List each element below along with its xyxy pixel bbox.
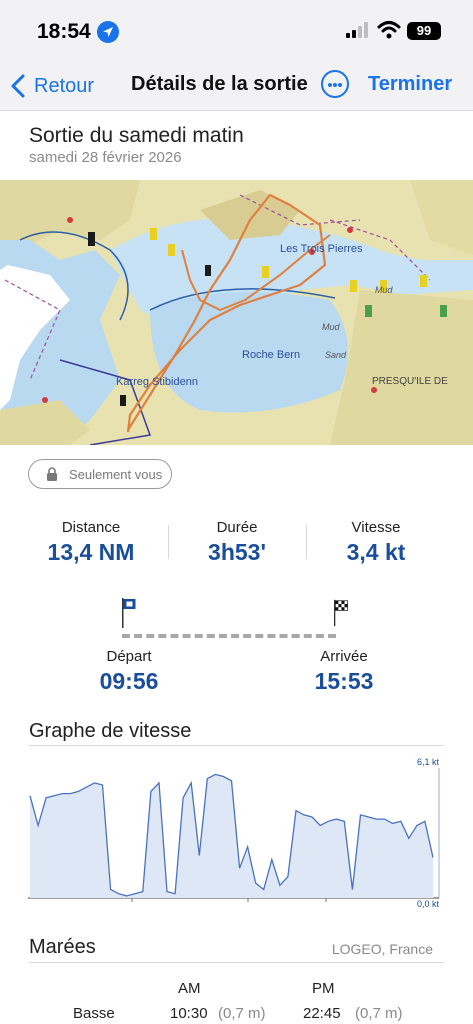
status-time: 18:54: [37, 20, 91, 43]
y-tick-label: 0,0 kt: [417, 899, 440, 909]
nautical-chart: Les Trois Pierres Mud Mud Roche Bern San…: [0, 180, 473, 445]
speed-area: [30, 774, 433, 898]
tides-title: Marées: [29, 936, 96, 958]
tide-col-am: AM: [178, 980, 201, 997]
tide-col-pm: PM: [312, 980, 335, 997]
arrival-value: 15:53: [314, 668, 374, 694]
map-label: Mud: [322, 322, 341, 332]
chevron-left-icon: [11, 74, 25, 98]
location-arrow-icon: [97, 21, 119, 43]
map-label: Les Trois Pierres: [280, 243, 363, 255]
more-options-button[interactable]: [321, 70, 349, 98]
stat-value: 13,4 NM: [47, 539, 135, 565]
stat-label: Distance: [61, 519, 121, 536]
stat-speed: Vitesse 3,4 kt: [306, 519, 446, 566]
start-flag-icon: [122, 598, 136, 628]
stat-label: Vitesse: [351, 519, 401, 536]
page-title: Détails de la sortie: [131, 73, 308, 95]
stat-label: Durée: [216, 519, 258, 536]
stat-value: 3h53': [208, 539, 266, 565]
privacy-label: Seulement vous: [69, 466, 163, 482]
more-dot-icon: [328, 83, 332, 87]
departure-time: Départ 09:56: [69, 648, 189, 695]
map-label: Mud: [375, 285, 394, 295]
arrival-label: Arrivée: [320, 648, 368, 665]
stat-distance: Distance 13,4 NM: [21, 519, 161, 566]
finish-flag-icon: [334, 599, 348, 627]
map-label: Karreg Stibidenn: [116, 376, 198, 388]
lock-icon: [47, 467, 57, 481]
navigation-bar: Retour Détails de la sortie Terminer: [0, 62, 473, 111]
trip-date: samedi 28 février 2026: [29, 149, 182, 166]
speed-graph-title: Graphe de vitesse: [29, 720, 192, 742]
stat-value: 3,4 kt: [346, 539, 406, 565]
more-dot-icon: [338, 83, 342, 87]
map-label: Roche Bern: [242, 349, 300, 361]
tide-pm-height: (0,7 m): [355, 1005, 403, 1022]
map-label: Sand: [325, 350, 347, 360]
tides-location: LOGEO, France: [331, 941, 433, 957]
wifi-icon: [377, 21, 401, 39]
track-map[interactable]: Les Trois Pierres Mud Mud Roche Bern San…: [0, 180, 473, 445]
map-label: PRESQU'ILE DE: [372, 376, 448, 387]
speed-chart: 6,1 kt 0,0 kt: [28, 757, 440, 909]
divider: [29, 962, 444, 963]
tide-pm-time: 22:45: [303, 1005, 341, 1022]
arrival-time: Arrivée 15:53: [284, 648, 404, 695]
back-button[interactable]: Retour: [10, 71, 94, 101]
tide-row-label: Basse: [73, 1005, 115, 1022]
tide-am-height: (0,7 m): [218, 1005, 266, 1022]
trip-title: Sortie du samedi matin: [29, 124, 244, 147]
stat-duration: Durée 3h53': [167, 519, 307, 566]
tide-am-time: 10:30: [170, 1005, 208, 1022]
done-button[interactable]: Terminer: [368, 73, 452, 96]
departure-value: 09:56: [99, 668, 159, 694]
status-bar: 18:54 99: [0, 0, 473, 62]
battery-indicator: 99: [407, 22, 441, 40]
privacy-badge[interactable]: Seulement vous: [28, 459, 172, 489]
divider: [29, 745, 444, 746]
more-dot-icon: [333, 83, 337, 87]
back-label: Retour: [34, 74, 95, 97]
timeline-track: [122, 634, 336, 638]
cellular-signal-icon: [346, 22, 368, 38]
y-tick-label: 6,1 kt: [417, 757, 440, 767]
departure-label: Départ: [106, 648, 152, 665]
